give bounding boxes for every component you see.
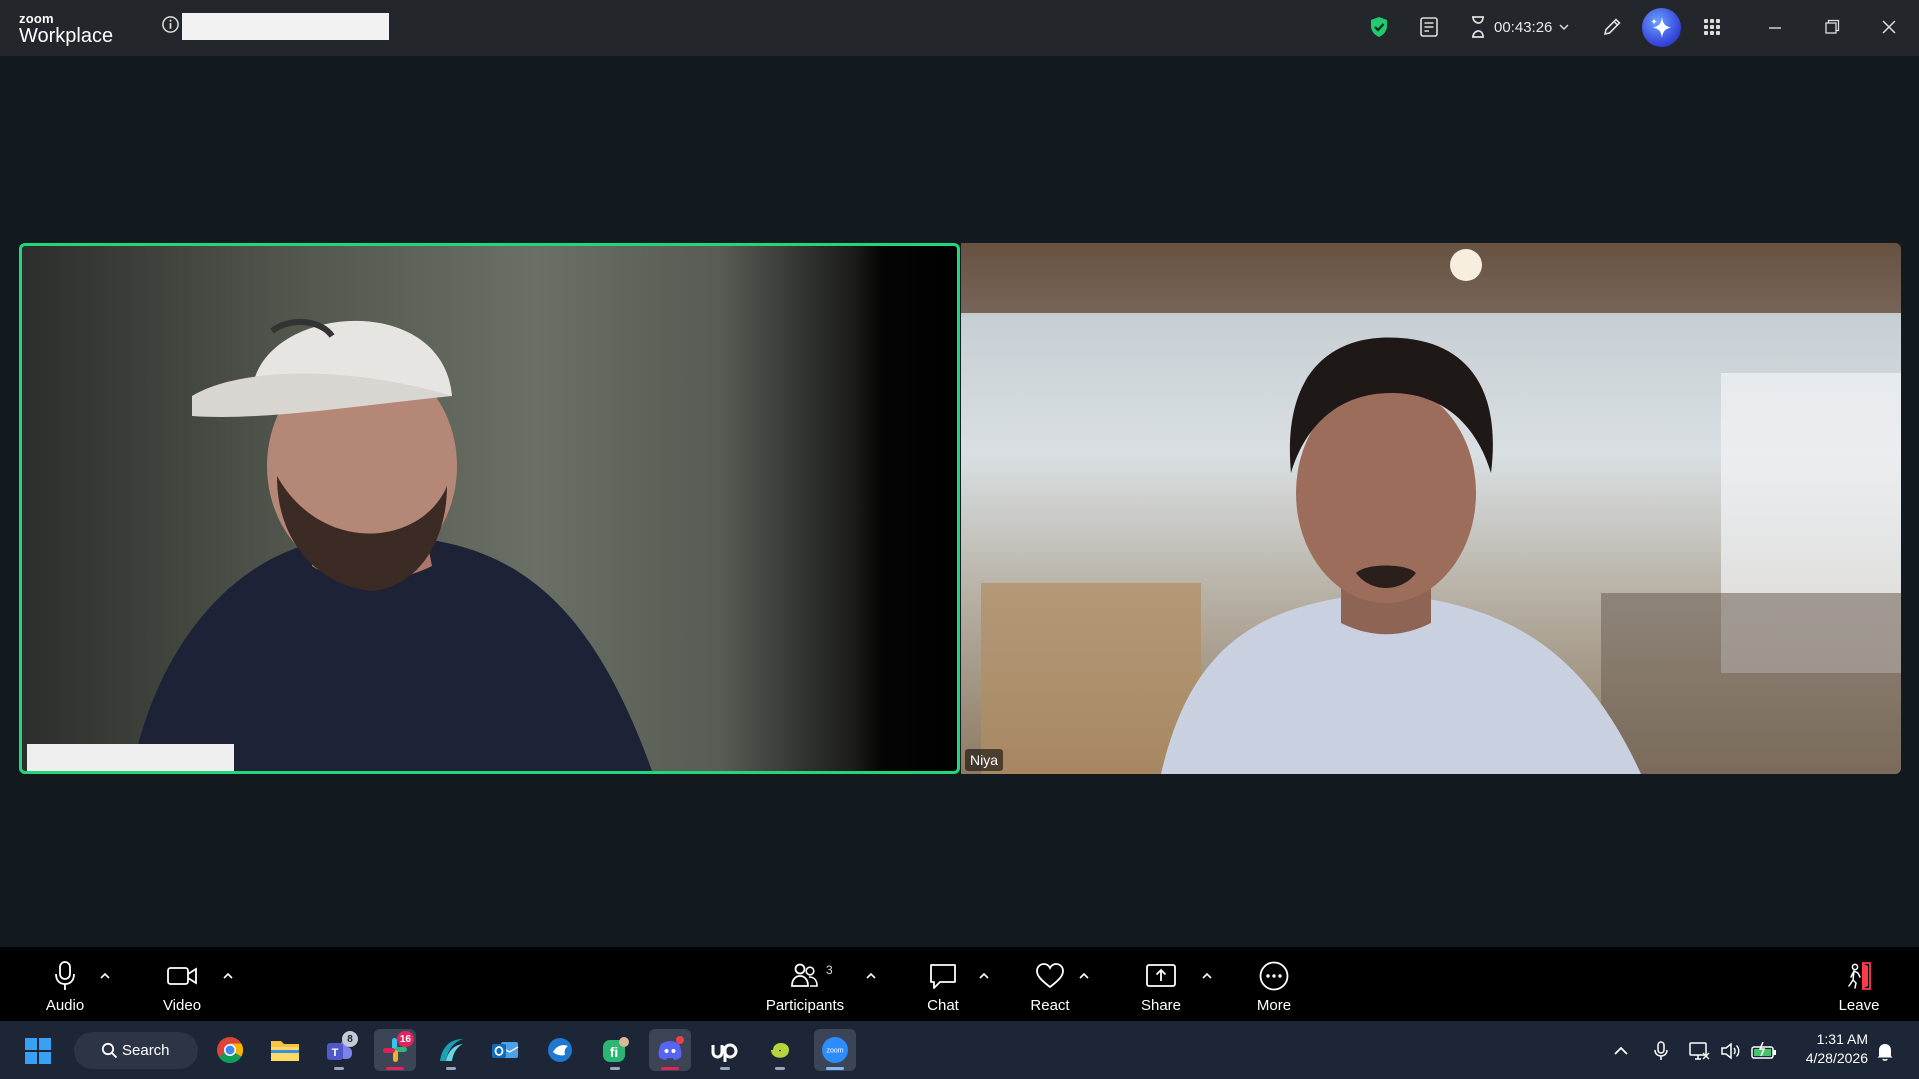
notification-bell-icon[interactable] — [1874, 1040, 1896, 1062]
taskbar-app-wave[interactable] — [430, 1029, 472, 1071]
participant-video-feed — [132, 318, 652, 771]
slack-notification-badge: 16 — [396, 1031, 414, 1047]
taskbar-discord[interactable] — [649, 1029, 691, 1071]
wave-app-icon — [440, 1039, 463, 1061]
microphone-icon — [55, 961, 75, 990]
upwork-icon — [711, 1043, 738, 1062]
meeting-timer[interactable]: 00:43:26 — [1468, 14, 1570, 40]
close-icon[interactable] — [1876, 14, 1902, 40]
volume-speaker-icon[interactable] — [1719, 1040, 1741, 1062]
taskbar-clock[interactable]: 1:31 AM 4/28/2026 — [1778, 1030, 1868, 1068]
tray-microphone-icon[interactable] — [1650, 1040, 1672, 1062]
chat-bubble-icon — [930, 964, 956, 989]
chat-options-caret-icon[interactable] — [977, 969, 991, 983]
participant-name-label: Niya — [965, 749, 1004, 771]
outlook-icon — [492, 1042, 519, 1058]
taskbar-app-spiral[interactable] — [759, 1029, 801, 1071]
folder-icon — [271, 1041, 299, 1061]
os-taskbar: Search T 8 16 fi zoom 1:31 AM 4/28/2026 — [0, 1021, 1919, 1079]
restore-icon[interactable] — [1819, 14, 1845, 40]
audio-options-caret-icon[interactable] — [98, 969, 112, 983]
video-options-caret-icon[interactable] — [221, 969, 235, 983]
discord-icon — [658, 1036, 684, 1060]
battery-charging-icon[interactable] — [1751, 1040, 1777, 1062]
leave-label: Leave — [1838, 997, 1880, 1014]
brand-big-text: Workplace — [19, 25, 114, 47]
windows-start-icon[interactable] — [24, 1037, 52, 1065]
video-camera-icon — [167, 967, 197, 985]
audio-button[interactable]: Audio — [36, 947, 94, 1021]
chevron-down-icon — [1559, 24, 1569, 31]
react-button[interactable]: React — [1022, 947, 1078, 1021]
clock-date: 4/28/2026 — [1805, 1050, 1868, 1066]
taskbar-file-explorer[interactable] — [264, 1029, 306, 1071]
taskbar-zoom[interactable]: zoom — [814, 1029, 856, 1071]
participant-video-tile[interactable]: Niya — [961, 243, 1901, 774]
share-options-caret-icon[interactable] — [1200, 969, 1214, 983]
audio-label: Audio — [45, 997, 85, 1014]
app-logo: zoom Workplace — [19, 12, 113, 46]
search-label: Search — [122, 1042, 170, 1059]
taskbar-upwork[interactable] — [704, 1029, 746, 1071]
taskbar-search[interactable]: Search — [74, 1032, 198, 1069]
participant-name-redacted — [27, 744, 234, 771]
brand-small-text: zoom — [19, 11, 54, 26]
hourglass-icon — [1472, 16, 1484, 38]
share-label: Share — [1140, 997, 1182, 1014]
taskbar-app-fh[interactable]: fi — [594, 1029, 636, 1071]
share-screen-button[interactable]: Share — [1132, 947, 1190, 1021]
react-options-caret-icon[interactable] — [1077, 969, 1091, 983]
spiral-app-icon — [771, 1043, 790, 1058]
network-monitor-icon[interactable] — [1688, 1040, 1710, 1062]
taskbar-chrome[interactable] — [209, 1029, 251, 1071]
fh-app-icon: fi — [603, 1037, 629, 1062]
video-button[interactable]: Video — [152, 947, 212, 1021]
video-label: Video — [162, 997, 202, 1014]
security-shield-icon[interactable] — [1366, 14, 1392, 40]
meeting-title-redacted — [182, 13, 389, 40]
clock-time: 1:31 AM — [1816, 1031, 1868, 1047]
participant-video-tile-active-speaker[interactable] — [19, 243, 960, 774]
participants-options-caret-icon[interactable] — [864, 969, 878, 983]
svg-text:T: T — [332, 1047, 339, 1059]
annotate-pencil-icon[interactable] — [1599, 14, 1625, 40]
more-button[interactable]: More — [1248, 947, 1300, 1021]
share-upload-icon — [1146, 964, 1176, 987]
svg-text:fi: fi — [610, 1044, 619, 1060]
notes-icon[interactable] — [1416, 14, 1442, 40]
meeting-info-icon[interactable] — [161, 15, 180, 34]
leave-meeting-button[interactable]: Leave — [1832, 947, 1886, 1021]
timer-text: 00:43:26 — [1494, 18, 1553, 36]
taskbar-slack[interactable]: 16 — [374, 1029, 416, 1071]
ai-companion-button[interactable] — [1642, 8, 1681, 47]
minimize-icon[interactable] — [1762, 14, 1788, 40]
title-bar: zoom Workplace 00:43:26 — [0, 0, 1919, 56]
chat-label: Chat — [927, 997, 959, 1014]
react-label: React — [1030, 997, 1070, 1014]
bird-app-icon — [548, 1038, 572, 1062]
more-label: More — [1256, 997, 1292, 1014]
chat-button[interactable]: Chat — [916, 947, 970, 1021]
apps-grid-icon[interactable] — [1699, 14, 1725, 40]
participants-icon — [791, 963, 818, 987]
show-hidden-icons-chevron-up-icon[interactable] — [1610, 1040, 1632, 1062]
participant-video-feed — [961, 243, 1901, 774]
chrome-icon — [217, 1037, 244, 1064]
participants-button[interactable]: Participants — [760, 947, 850, 1021]
search-icon — [101, 1042, 118, 1059]
taskbar-outlook[interactable] — [484, 1029, 526, 1071]
meeting-controls-toolbar: Audio Video Participants 3 Chat React Sh… — [0, 947, 1919, 1021]
teams-notification-badge: 8 — [342, 1031, 358, 1047]
participants-label: Participants — [765, 997, 845, 1014]
participants-count: 3 — [826, 963, 833, 977]
more-ellipsis-icon — [1259, 961, 1289, 991]
taskbar-app-bird[interactable] — [539, 1029, 581, 1071]
sparkle-icon — [1651, 17, 1671, 38]
zoom-app-icon: zoom — [822, 1037, 848, 1063]
leave-door-icon — [1848, 962, 1871, 990]
taskbar-teams[interactable]: T 8 — [318, 1029, 360, 1071]
heart-icon — [1036, 963, 1064, 989]
svg-text:zoom: zoom — [826, 1048, 843, 1055]
